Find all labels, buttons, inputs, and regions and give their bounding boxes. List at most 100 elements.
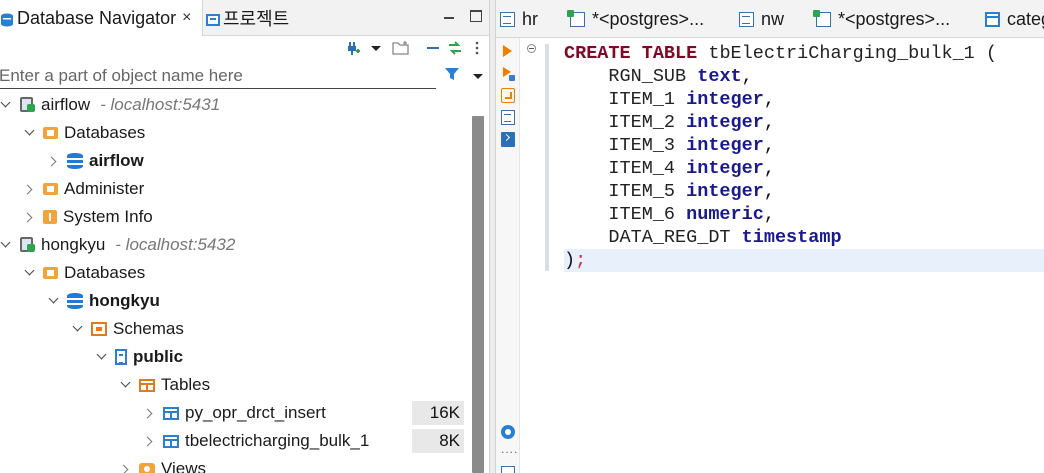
navigator-scrollbar[interactable] — [472, 116, 484, 473]
chevron-down-icon[interactable] — [0, 99, 12, 111]
console-icon[interactable] — [501, 132, 515, 147]
more-icon[interactable]: .... — [501, 443, 517, 460]
tree-node-administer[interactable]: Administer — [24, 175, 144, 203]
maximize-icon[interactable] — [470, 10, 482, 22]
tree-node-views[interactable]: Views — [120, 455, 206, 473]
panel-splitter[interactable] — [489, 0, 496, 473]
chevron-right-icon[interactable] — [144, 407, 156, 419]
table-size-badge: 8K — [412, 429, 464, 453]
execute-script-icon[interactable] — [501, 66, 515, 81]
tree-node-public[interactable]: public — [96, 343, 183, 371]
settings-icon[interactable] — [501, 425, 515, 439]
sql-semicolon: ; — [575, 250, 587, 271]
database-icon — [67, 153, 83, 169]
database-navigator-icon — [0, 11, 14, 27]
connection-name: airflow — [41, 95, 91, 114]
tab-database-navigator[interactable]: Database Navigator × — [0, 0, 203, 36]
views-icon — [139, 463, 155, 473]
chevron-down-icon[interactable] — [120, 379, 132, 391]
tree-node-hongkyu-db[interactable]: hongkyu — [48, 287, 160, 315]
chevron-right-icon[interactable] — [120, 463, 132, 473]
close-tab-icon[interactable]: × — [182, 9, 191, 27]
chevron-down-icon[interactable] — [96, 351, 108, 363]
filter-icon[interactable] — [444, 66, 460, 82]
chevron-right-icon[interactable] — [144, 435, 156, 447]
chevron-right-icon[interactable] — [48, 155, 60, 167]
collapse-all-icon[interactable] — [426, 40, 442, 56]
sql-punct: , — [763, 112, 775, 133]
tree-node-hongkyu-connection[interactable]: hongkyu - localhost:5432 — [0, 231, 235, 259]
sql-column: DATA_REG_DT — [564, 227, 742, 248]
editor-gutter — [520, 38, 544, 473]
tree-node-table-py-opr[interactable]: py_opr_drct_insert — [144, 399, 326, 427]
tree-node-label: Databases — [64, 123, 146, 142]
code-line: ITEM_5 integer, — [564, 180, 1044, 203]
connection-host: - localhost:5432 — [115, 235, 236, 254]
chevron-down-icon[interactable] — [0, 239, 12, 251]
editor-tab-label: nw — [761, 8, 785, 29]
tab-database-navigator-label: Database Navigator — [17, 7, 177, 28]
schemas-icon — [91, 322, 107, 336]
new-folder-icon[interactable] — [392, 40, 409, 56]
tree-node-tables[interactable]: Tables — [120, 371, 210, 399]
table-size-badge: 16K — [412, 401, 464, 425]
tree-node-hongkyu-databases[interactable]: Databases — [24, 259, 145, 287]
chevron-down-icon[interactable] — [24, 127, 36, 139]
view-menu-icon[interactable] — [474, 40, 490, 56]
new-connection-icon[interactable] — [344, 40, 360, 56]
chevron-down-icon[interactable] — [48, 295, 60, 307]
code-line: ITEM_2 integer, — [564, 111, 1044, 134]
editor-tab-hr[interactable]: hr — [500, 0, 538, 37]
schema-icon — [115, 349, 127, 365]
tree-node-label: Views — [161, 459, 207, 473]
document-icon[interactable] — [501, 466, 515, 473]
code-line: ITEM_4 integer, — [564, 157, 1044, 180]
sql-identifier: tbElectriCharging_bulk_1 ( — [697, 43, 997, 64]
editor-tab-postgres-2[interactable]: *<postgres>... — [813, 0, 950, 37]
editor-tab-categ[interactable]: categ — [985, 0, 1044, 37]
sql-type: integer — [686, 158, 764, 179]
tree-node-label: py_opr_drct_insert — [185, 403, 326, 422]
table-icon — [163, 434, 179, 448]
tree-node-system-info[interactable]: System Info — [24, 203, 153, 231]
tree-node-label: hongkyu — [89, 291, 160, 310]
info-icon — [43, 210, 57, 224]
chevron-down-icon[interactable] — [370, 40, 386, 56]
connection-host: - localhost:5431 — [100, 95, 221, 114]
sql-punct: ) — [564, 250, 576, 271]
chevron-down-icon[interactable] — [24, 267, 36, 279]
editor-tab-postgres-1[interactable]: *<postgres>... — [567, 0, 704, 37]
chevron-right-icon[interactable] — [24, 183, 36, 195]
sql-type: timestamp — [741, 227, 842, 248]
tree-node-schemas[interactable]: Schemas — [72, 315, 184, 343]
database-navigator-panel: Database Navigator × 프로젝트 Enter a part o… — [0, 0, 489, 473]
object-name-filter-input[interactable] — [0, 63, 436, 89]
tree-node-airflow-connection[interactable]: airflow - localhost:5431 — [0, 91, 220, 119]
tree-node-table-tbelectricharging[interactable]: tbelectricharging_bulk_1 — [144, 427, 369, 455]
minimize-icon[interactable] — [443, 10, 455, 22]
link-with-editor-icon[interactable] — [447, 40, 463, 56]
sql-column: ITEM_5 — [564, 181, 687, 202]
sql-code-area[interactable]: CREATE TABLE tbElectriCharging_bulk_1 ( … — [564, 42, 1044, 282]
sql-column: ITEM_4 — [564, 158, 687, 179]
sql-punct: , — [763, 181, 775, 202]
tree-node-label: airflow — [89, 151, 144, 170]
execute-statement-icon[interactable] — [501, 44, 515, 59]
explain-plan-icon[interactable] — [501, 88, 515, 103]
navigator-tree: airflow - localhost:5431 Databases airfl… — [0, 91, 470, 473]
tree-node-label: Schemas — [113, 319, 184, 338]
tab-project[interactable]: 프로젝트 — [206, 0, 289, 36]
sql-editor-panel: hr *<postgres>... nw *<postgres>... cate… — [496, 0, 1044, 473]
left-tab-bar: Database Navigator × 프로젝트 — [0, 0, 489, 36]
tree-node-airflow-db[interactable]: airflow — [48, 147, 144, 175]
tree-node-airflow-databases[interactable]: Databases — [24, 119, 145, 147]
code-line: DATA_REG_DT timestamp — [564, 226, 1044, 249]
editor-tab-nw[interactable]: nw — [739, 0, 785, 37]
fold-collapse-icon[interactable] — [527, 44, 536, 53]
load-script-icon[interactable] — [501, 110, 515, 125]
chevron-right-icon[interactable] — [24, 211, 36, 223]
tree-node-label: Tables — [161, 375, 211, 394]
chevron-down-icon[interactable] — [72, 323, 84, 335]
code-line: CREATE TABLE tbElectriCharging_bulk_1 ( — [564, 42, 1044, 65]
filter-dropdown-icon[interactable] — [472, 68, 488, 84]
